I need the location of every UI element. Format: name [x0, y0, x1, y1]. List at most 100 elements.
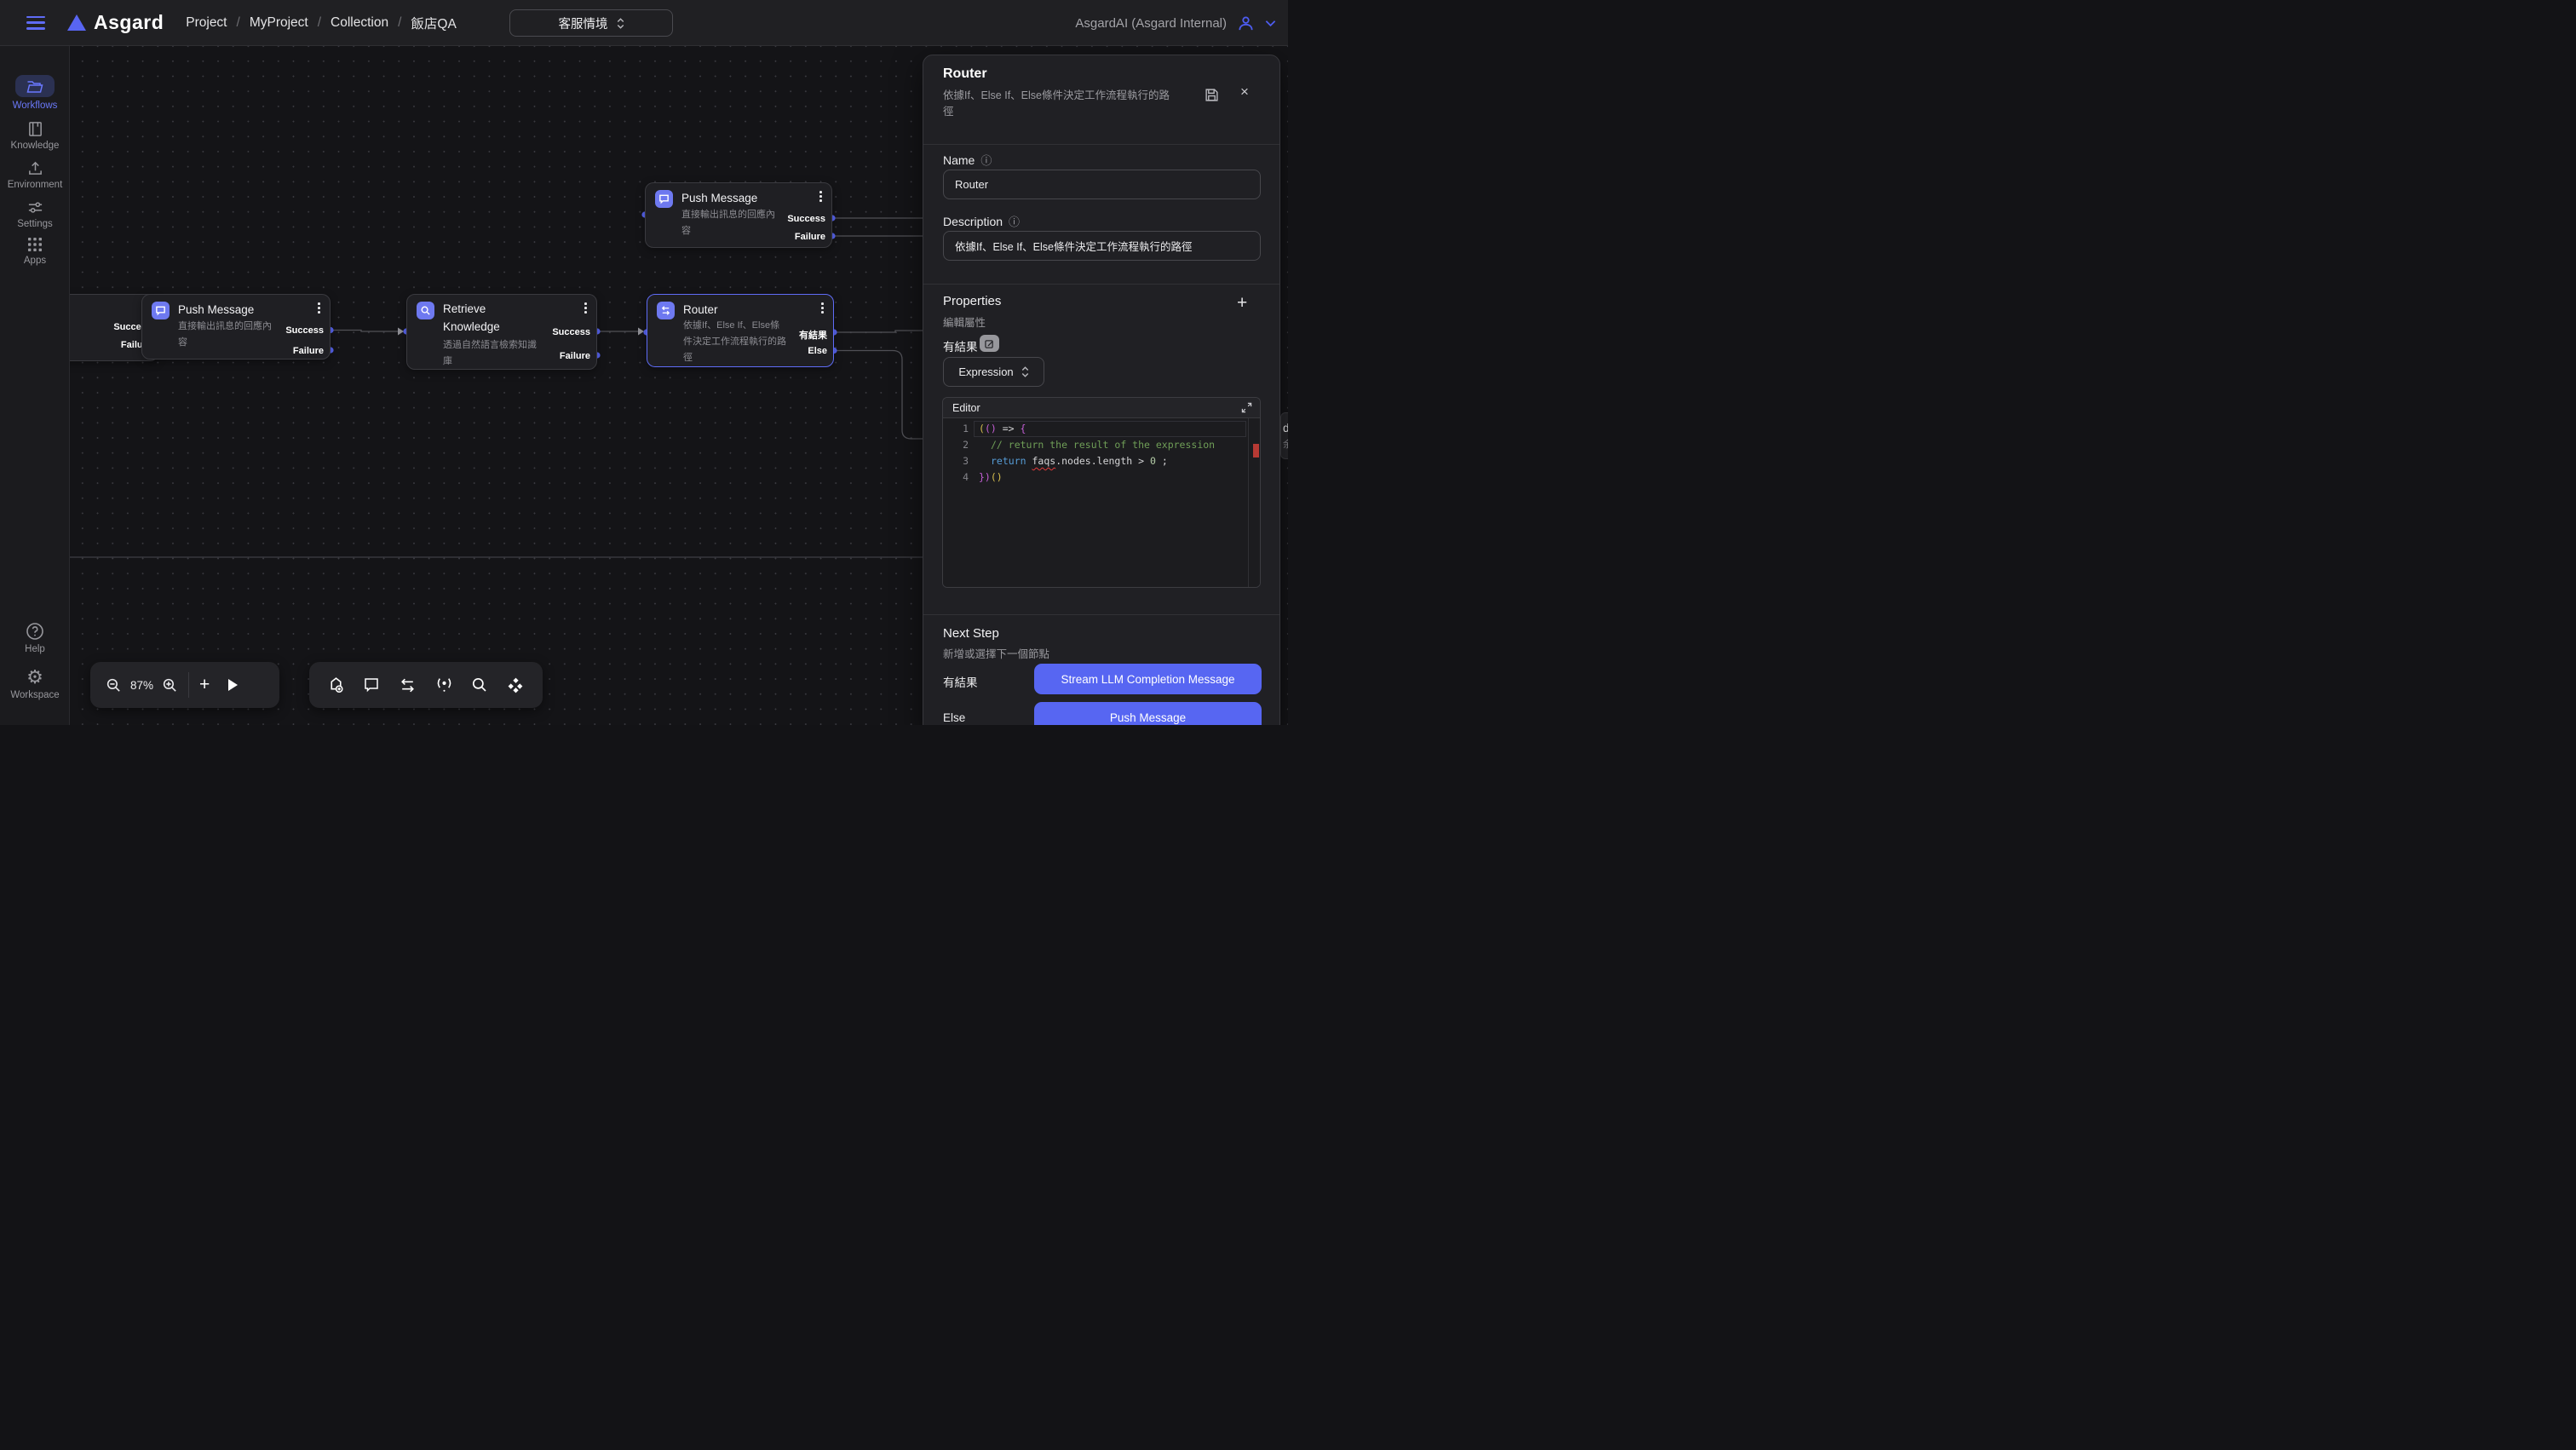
sidebar-item-workspace[interactable]: ⚙ Workspace: [0, 668, 70, 700]
node-push-message-top[interactable]: Push Message 直接輸出訊息的回應內 容 Success Failur…: [645, 182, 832, 248]
panel-description: 依據If、Else If、Else條件決定工作流程執行的路徑: [943, 88, 1200, 120]
auto-layout-icon[interactable]: [507, 676, 525, 694]
sidebar-label: Workspace: [10, 690, 59, 700]
divider: [923, 614, 1279, 615]
name-label: Nameⓘ: [943, 152, 992, 168]
node-menu-icon[interactable]: [821, 302, 825, 316]
next-step-button-else[interactable]: Push Message: [1034, 702, 1262, 725]
node-subtitle: 直接輸出訊息的回應內: [178, 319, 272, 335]
divider: [923, 284, 1279, 285]
port-failure: Failure: [560, 351, 590, 361]
edge-router-else: [834, 351, 923, 440]
swap-arrows-icon: [657, 302, 675, 319]
comment-icon[interactable]: [363, 676, 380, 693]
node-title: Knowledge: [443, 318, 500, 336]
expression-editor: Editor 1 (() => { 2 // return the result…: [942, 397, 1261, 588]
port-else: Else: [808, 346, 827, 356]
gear-icon: ⚙: [26, 668, 43, 687]
sidebar-label: Environment: [8, 180, 63, 190]
node-subtitle: 容: [681, 223, 691, 239]
chevron-updown-icon: [617, 18, 624, 29]
account-name: AsgardAI (Asgard Internal): [1075, 16, 1227, 31]
account-menu[interactable]: AsgardAI (Asgard Internal): [1075, 0, 1276, 46]
node-clipped-right[interactable]: d 余: [1280, 412, 1288, 459]
zoom-in-icon[interactable]: [162, 677, 178, 693]
port-success: Success: [787, 214, 825, 224]
breadcrumb-myproject[interactable]: MyProject: [250, 15, 308, 31]
properties-title: Properties: [943, 294, 1001, 308]
environment-select[interactable]: 客服情境: [509, 9, 673, 37]
description-input[interactable]: 依據If、Else If、Else條件決定工作流程執行的路徑: [943, 231, 1261, 261]
apps-grid-icon: [27, 237, 43, 252]
sidebar-item-apps[interactable]: Apps: [0, 237, 70, 266]
search-icon: [417, 302, 434, 319]
name-input[interactable]: Router: [943, 170, 1261, 199]
breadcrumb-collection[interactable]: Collection: [331, 15, 388, 31]
node-subtitle: 庫: [443, 354, 452, 370]
port-failure: Failure: [293, 346, 324, 356]
node-subtitle: 容: [178, 335, 187, 351]
node-router[interactable]: Router 依據If、Else If、Else條 件決定工作流程執行的路 徑 …: [647, 294, 834, 367]
node-menu-icon[interactable]: [318, 302, 321, 316]
help-icon: [26, 622, 44, 641]
sidebar-label: Apps: [24, 256, 46, 266]
code-line: 3 return faqs.nodes.length > 0 ;: [943, 453, 1260, 469]
sidebar-item-knowledge[interactable]: Knowledge: [0, 121, 70, 151]
port-failure: Failure: [795, 232, 825, 242]
expand-editor-icon[interactable]: [1241, 402, 1252, 413]
user-icon: [1237, 14, 1255, 32]
folder-icon: [26, 79, 43, 94]
next-step-button-has-result[interactable]: Stream LLM Completion Message: [1034, 664, 1262, 694]
book-icon: [27, 121, 43, 137]
node-subtitle: 余: [1283, 437, 1288, 451]
run-workflow-icon[interactable]: [228, 679, 238, 691]
save-icon[interactable]: [1205, 88, 1219, 102]
chevron-updown-icon: [1021, 366, 1029, 377]
sidebar: Workflows Knowledge Environment Settings…: [0, 46, 70, 725]
search-icon[interactable]: [471, 676, 488, 693]
node-menu-icon[interactable]: [819, 191, 823, 204]
port-success: Success: [552, 327, 590, 337]
node-menu-icon[interactable]: [584, 302, 588, 316]
node-title: Router: [683, 301, 718, 319]
sidebar-item-environment[interactable]: Environment: [0, 160, 70, 190]
breadcrumb-project[interactable]: Project: [186, 15, 227, 31]
description-label: Descriptionⓘ: [943, 213, 1020, 229]
chevron-down-icon: [1265, 20, 1276, 27]
breadcrumb-current[interactable]: 飯店QA: [411, 14, 456, 32]
breadcrumb: Project / MyProject / Collection / 飯店QA: [186, 14, 457, 32]
topbar: Asgard Project / MyProject / Collection …: [0, 0, 1288, 46]
node-push-message[interactable]: Push Message 直接輸出訊息的回應內 容 Success Failur…: [141, 294, 331, 360]
close-icon[interactable]: ×: [1240, 83, 1249, 101]
node-retrieve-knowledge[interactable]: Retrieve Knowledge 透過自然語言檢索知識 庫 Success …: [406, 294, 597, 370]
chat-bubble-icon: [655, 190, 673, 208]
editor-code-area[interactable]: 1 (() => { 2 // return the result of the…: [943, 418, 1260, 588]
next-step-row-label: 有結果: [943, 673, 978, 690]
property-type-select[interactable]: Expression: [943, 357, 1044, 387]
code-line: 2 // return the result of the expression: [943, 437, 1260, 453]
toolbar-divider: [188, 672, 189, 698]
sidebar-label: Settings: [17, 219, 53, 229]
locate-center-icon[interactable]: [435, 676, 453, 694]
app-root: Success Failure Push Message 直接輸出訊息的回應內 …: [0, 0, 1288, 725]
node-title: Push Message: [681, 189, 757, 207]
zoom-out-icon[interactable]: [106, 677, 122, 693]
add-property-button[interactable]: +: [1237, 294, 1247, 312]
sidebar-item-settings[interactable]: Settings: [0, 199, 70, 229]
node-subtitle: 直接輸出訊息的回應內: [681, 207, 775, 223]
add-node-icon[interactable]: [327, 676, 345, 694]
asgard-logo-icon: [67, 14, 86, 31]
sidebar-item-workflows[interactable]: Workflows: [0, 75, 70, 111]
add-icon[interactable]: +: [199, 675, 210, 695]
node-inspector-panel: Router 依據If、Else If、Else條件決定工作流程執行的路徑 × …: [923, 55, 1280, 725]
node-subtitle: 件決定工作流程執行的路: [683, 334, 786, 350]
edge-router-result-stub: [834, 331, 923, 332]
info-icon: ⓘ: [980, 152, 992, 168]
code-line: 4 })(): [943, 469, 1260, 486]
swap-arrows-icon[interactable]: [399, 676, 417, 694]
divider: [923, 144, 1279, 145]
port-has-result: 有結果: [799, 328, 827, 342]
edit-property-icon[interactable]: [980, 335, 999, 352]
sidebar-item-help[interactable]: Help: [0, 622, 70, 654]
menu-icon[interactable]: [26, 16, 45, 30]
